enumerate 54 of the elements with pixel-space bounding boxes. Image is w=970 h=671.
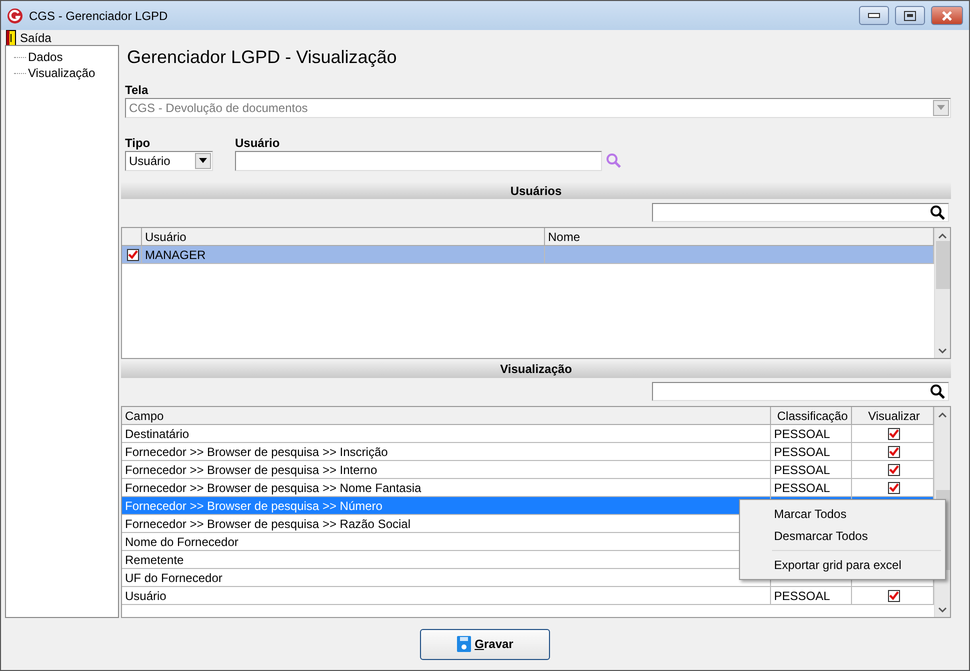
table-cell: Usuário	[122, 587, 771, 606]
checked-checkbox[interactable]	[888, 590, 900, 602]
column-header[interactable]: Campo	[122, 407, 771, 426]
dropdown-arrow-icon	[937, 105, 945, 110]
close-icon	[941, 10, 953, 20]
column-header[interactable]: Visualizar	[852, 407, 934, 426]
tree-item[interactable]: Visualização	[28, 66, 96, 80]
page-heading: Gerenciador LGPD - Visualização	[127, 47, 398, 69]
checked-checkbox[interactable]	[888, 428, 900, 440]
column-header[interactable]: Usuário	[142, 228, 545, 246]
column-header[interactable]: Nome	[545, 228, 934, 246]
save-button[interactable]: Gravar	[420, 628, 550, 660]
user-input-field[interactable]	[235, 150, 602, 171]
minimize-button[interactable]	[859, 6, 889, 25]
exit-door-icon	[6, 30, 16, 46]
grid-row[interactable]: MANAGER	[122, 246, 934, 264]
tree-item[interactable]: Dados	[28, 50, 63, 64]
table-cell: Fornecedor >> Browser de pesquisa >> Interno	[122, 461, 771, 480]
section-header: Usuários	[121, 182, 951, 200]
maximize-icon	[904, 10, 916, 20]
menu-item[interactable]: Saída	[6, 30, 52, 46]
checked-checkbox[interactable]	[888, 464, 900, 476]
type-dropdown[interactable]: Usuário	[125, 150, 213, 171]
grid-row[interactable]: Usuário PESSOAL	[122, 587, 934, 606]
checked-checkbox[interactable]	[127, 248, 139, 261]
field-label: Usuário	[235, 136, 281, 151]
table-cell: PESSOAL	[771, 587, 852, 606]
header-cell	[122, 228, 142, 246]
table-cell: PESSOAL	[771, 461, 852, 480]
search-field[interactable]	[652, 203, 949, 222]
checked-checkbox[interactable]	[888, 482, 900, 494]
grid-row[interactable]: Fornecedor >> Browser de pesquisa >> Interno PESSOAL	[122, 461, 934, 480]
table-cell: Destinatário	[122, 425, 771, 444]
search-icon[interactable]	[930, 205, 945, 220]
close-button[interactable]	[931, 6, 963, 25]
column-header[interactable]: Classificação	[771, 407, 852, 426]
checked-checkbox[interactable]	[888, 446, 900, 458]
table-cell: MANAGER	[142, 246, 545, 264]
field-label: Tipo	[125, 136, 152, 151]
table-cell: Fornecedor >> Browser de pesquisa >> Inscrição	[122, 443, 771, 462]
grid-row[interactable]: Fornecedor >> Browser de pesquisa >> Inscrição PESSOAL	[122, 443, 934, 462]
vertical-scrollbar[interactable]	[934, 228, 950, 358]
field-label: Tela	[125, 82, 150, 98]
app-logo-icon	[7, 8, 23, 24]
minimize-icon	[868, 13, 880, 18]
search-field[interactable]	[652, 382, 949, 402]
table-cell: PESSOAL	[771, 425, 852, 444]
grid-row[interactable]: Destinatário PESSOAL	[122, 425, 934, 444]
dropdown-arrow-icon	[199, 158, 207, 164]
window-title: CGS - Gerenciador LGPD	[29, 8, 169, 22]
maximize-button[interactable]	[895, 6, 925, 25]
section-header: Visualização	[121, 360, 951, 378]
table-cell: PESSOAL	[771, 443, 852, 462]
search-icon[interactable]	[930, 384, 945, 400]
